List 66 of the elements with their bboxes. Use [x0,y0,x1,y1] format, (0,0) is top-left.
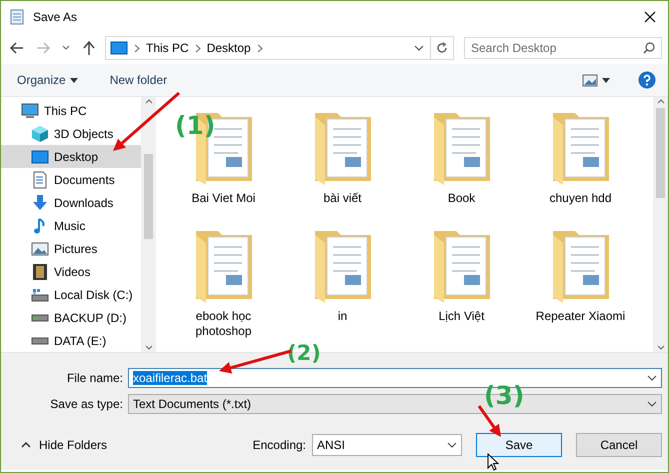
refresh-icon [436,42,448,54]
nav-item[interactable]: Documents [1,168,141,191]
caret-icon [602,78,610,82]
desktop-icon [31,148,49,166]
scroll-down-icon [656,345,664,350]
view-icon [582,74,598,86]
scrollbar-thumb[interactable] [144,154,153,239]
scrollbar[interactable] [653,97,668,352]
folder-item[interactable]: in [283,223,402,341]
scroll-up-icon [656,99,664,104]
back-arrow-icon [9,40,25,56]
drive-icon [31,314,49,322]
notepad-icon [9,8,25,24]
cancel-button[interactable]: Cancel [576,433,662,457]
scrollbar[interactable] [141,97,156,352]
nav-item[interactable]: Pictures [1,237,141,260]
picture-icon [31,240,49,258]
forward-arrow-icon [35,40,51,56]
field-label: Save as type: [49,397,124,411]
nav-item[interactable]: This PC [1,99,141,122]
cube-icon [31,124,49,142]
encoding-label: Encoding: [252,438,306,452]
folder-item[interactable]: ebook học photoshop [164,223,283,341]
hide-folders-button[interactable]: Hide Folders [15,437,114,453]
document-icon [31,170,49,188]
chevron-icon [134,44,140,52]
drive-icon [31,336,49,344]
nav-item[interactable]: BACKUP (D:) [1,306,141,329]
chevron-icon [256,44,263,52]
computer-icon [110,41,128,55]
nav-item[interactable]: Downloads [1,191,141,214]
up-arrow-icon [81,40,97,56]
help-icon [638,71,656,89]
breadcrumb[interactable]: This PC [146,41,189,55]
computer-icon [21,102,39,120]
folder-item[interactable]: chuyen hdd [521,105,640,223]
scroll-down-icon [144,345,152,350]
folder-item[interactable]: bài viết [283,105,402,223]
close-icon [644,10,656,22]
down-arrow-icon [31,194,49,212]
breadcrumb[interactable]: Desktop [206,41,251,55]
search-field[interactable]: Search Desktop [464,37,662,59]
folder-item[interactable]: Repeater Xiaomi [521,223,640,341]
scrollbar-thumb[interactable] [656,108,665,198]
nav-item[interactable]: Music [1,214,141,237]
folder-item[interactable]: Lịch Việt [402,223,521,341]
chevron-icon [194,44,201,52]
caret-icon [70,78,78,82]
folder-item[interactable]: Book [402,105,521,223]
nav-item[interactable]: Desktop [1,145,141,168]
search-icon [643,42,655,54]
nav-item[interactable]: DATA (E:) [1,329,141,352]
save-button[interactable]: Save [476,433,562,457]
field-label: File name: [66,371,124,385]
film-icon [31,262,49,280]
new-folder-button[interactable]: New folder [106,71,172,89]
caret-up-icon [21,442,31,448]
encoding-dropdown[interactable]: ANSI [312,434,462,456]
organize-menu[interactable]: Organize [13,71,82,89]
help-button[interactable] [638,71,656,89]
window-title: Save As [33,10,78,24]
address-bar[interactable]: This PC Desktop [105,36,454,60]
nav-item[interactable]: Local Disk (C:) [1,283,141,306]
scroll-up-icon [144,99,152,104]
nav-item[interactable]: Videos [1,260,141,283]
step-label: (2) [287,341,321,365]
